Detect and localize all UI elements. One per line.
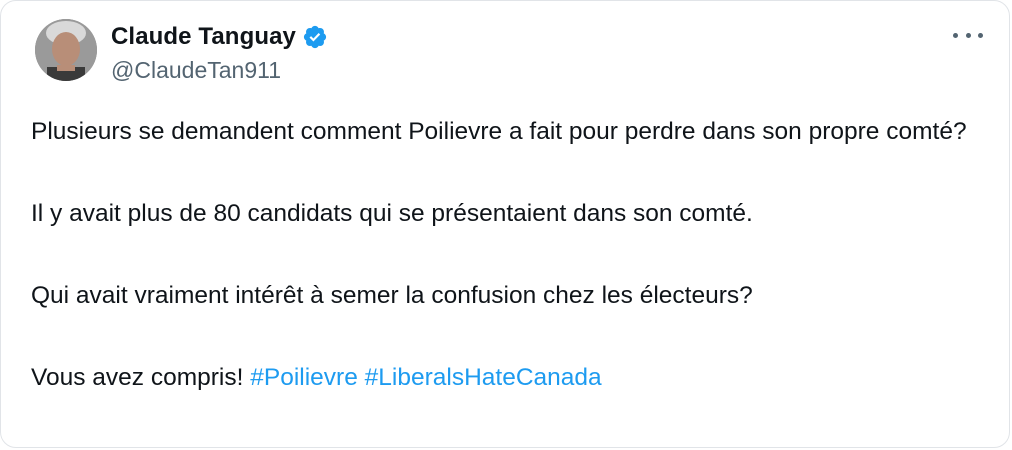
more-options-icon[interactable] — [953, 25, 983, 45]
verified-badge-icon — [302, 24, 328, 50]
tweet-paragraph: Plusieurs se demandent comment Poilievre… — [31, 118, 967, 145]
tweet-text: Plusieurs se demandent comment Poilievre… — [31, 114, 981, 395]
author-display-name[interactable]: Claude Tanguay — [111, 23, 296, 51]
tweet-paragraph: Il y avait plus de 80 candidats qui se p… — [31, 200, 753, 227]
tweet-card: Claude Tanguay @ClaudeTan911 Plusieurs s… — [0, 0, 1010, 448]
avatar[interactable] — [35, 19, 97, 81]
tweet-header: Claude Tanguay @ClaudeTan911 — [35, 19, 328, 85]
name-row: Claude Tanguay — [111, 19, 328, 55]
avatar-image — [35, 19, 97, 81]
hashtag-link[interactable]: #LiberalsHateCanada — [365, 364, 602, 391]
tweet-paragraph-text: Vous avez compris! — [31, 364, 244, 391]
tweet-paragraph: Qui avait vraiment intérêt à semer la co… — [31, 282, 753, 309]
hashtag-link[interactable]: #Poilievre — [250, 364, 358, 391]
tweet-paragraph: Vous avez compris! #Poilievre #LiberalsH… — [31, 360, 981, 395]
author-info: Claude Tanguay @ClaudeTan911 — [111, 19, 328, 85]
author-handle[interactable]: @ClaudeTan911 — [111, 55, 328, 85]
